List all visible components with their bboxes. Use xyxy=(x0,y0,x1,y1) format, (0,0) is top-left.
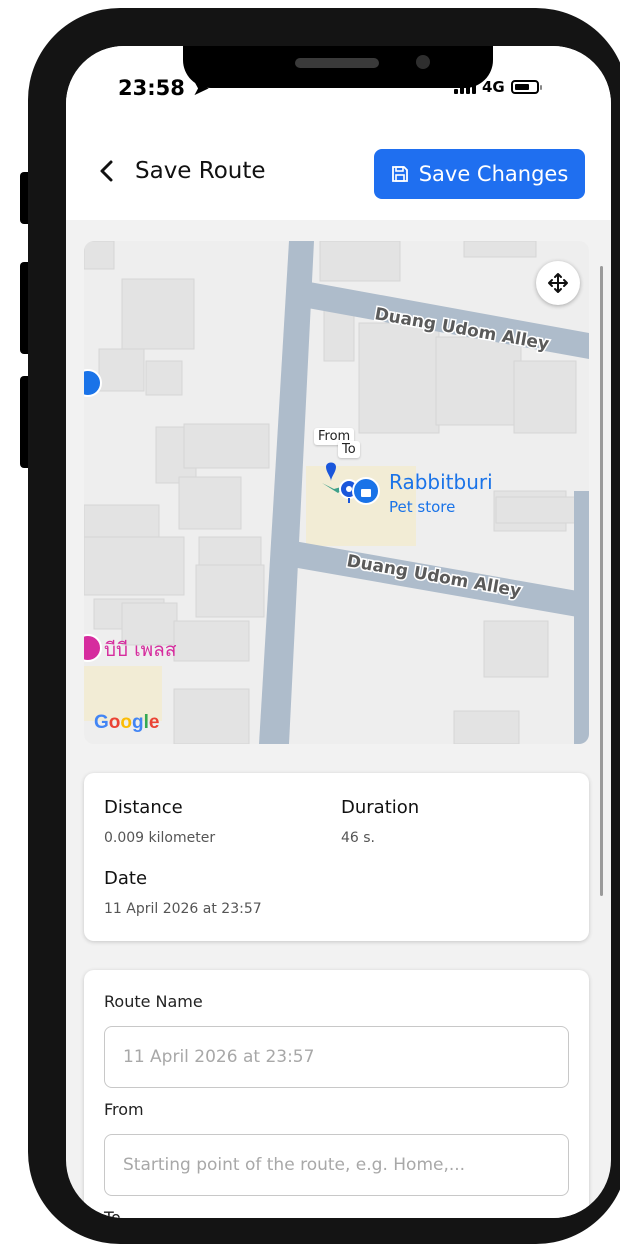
front-camera xyxy=(416,55,430,69)
distance-value: 0.009 kilometer xyxy=(104,830,216,846)
from-input[interactable] xyxy=(104,1134,569,1196)
chevron-left-icon xyxy=(100,160,113,182)
duration-label: Duration xyxy=(341,797,420,818)
from-label: From xyxy=(104,1100,144,1119)
save-changes-button[interactable]: Save Changes xyxy=(374,149,585,199)
duration-value: 46 s. xyxy=(341,830,376,846)
network-label: 4G xyxy=(482,78,505,96)
page-title: Save Route xyxy=(135,158,266,184)
back-button[interactable] xyxy=(92,156,122,186)
date-label: Date xyxy=(104,868,148,889)
map-expand-button[interactable] xyxy=(536,261,580,305)
poi-thai-label: บีบี เพลส xyxy=(104,639,177,661)
status-time-text: 23:58 xyxy=(118,76,185,100)
battery-icon xyxy=(510,80,542,94)
move-arrows-icon xyxy=(548,273,568,293)
pin-to-label: To xyxy=(338,441,360,458)
place-category: Pet store xyxy=(389,498,456,516)
route-name-label: Route Name xyxy=(104,992,203,1011)
route-form-card: Route Name From To xyxy=(84,970,589,1218)
save-changes-label: Save Changes xyxy=(418,162,569,186)
screen: 23:58 ➤ 4G Save Route Save Changes Duang… xyxy=(66,46,611,1218)
shopping-bag-icon[interactable] xyxy=(352,477,380,505)
route-map[interactable]: Duang Udom Alley Duang Udom Alley Google… xyxy=(84,241,589,744)
date-value: 11 April 2026 at 23:57 xyxy=(104,901,262,917)
route-name-input[interactable] xyxy=(104,1026,569,1088)
to-label: To xyxy=(104,1208,121,1218)
route-info-card: Distance 0.009 kilometer Duration 46 s. … xyxy=(84,773,589,941)
speaker-grille xyxy=(295,58,379,68)
distance-label: Distance xyxy=(104,797,183,818)
scrollbar[interactable] xyxy=(600,266,603,896)
place-name[interactable]: Rabbitburi xyxy=(389,470,493,494)
floppy-disk-icon xyxy=(391,166,408,182)
google-logo: Google xyxy=(94,712,159,733)
notch xyxy=(183,46,493,88)
